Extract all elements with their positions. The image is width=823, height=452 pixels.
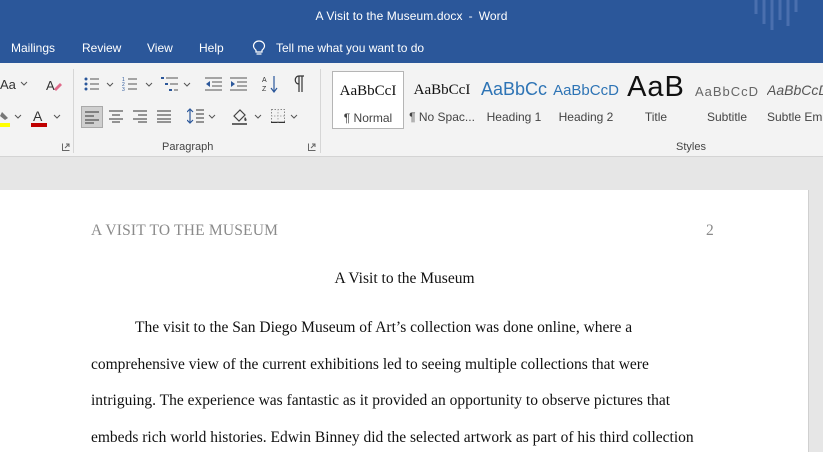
body-line[interactable]: intriguing. The experience was fantastic… — [91, 392, 670, 410]
shading-icon[interactable] — [231, 107, 249, 125]
title-separator: - — [468, 9, 473, 23]
style-name: Heading 2 — [558, 110, 614, 124]
justify-icon[interactable] — [157, 110, 172, 123]
chevron-down-icon — [145, 82, 153, 87]
tab-help[interactable]: Help — [199, 41, 224, 55]
style-name: ¶ Normal — [343, 111, 393, 125]
body-line[interactable]: embeds rich world histories. Edwin Binne… — [91, 429, 694, 447]
font-dialog-launcher-icon[interactable] — [62, 143, 70, 151]
svg-text:Z: Z — [262, 86, 267, 93]
svg-text:A: A — [33, 108, 43, 124]
chevron-down-icon — [14, 114, 22, 119]
tab-view[interactable]: View — [147, 41, 173, 55]
style-heading-1[interactable]: AaBbCc Heading 1 — [478, 71, 550, 129]
style-title[interactable]: AaB Title — [620, 71, 692, 129]
chevron-down-icon — [254, 114, 262, 119]
lightbulb-icon — [252, 40, 266, 55]
style-name: Title — [644, 110, 668, 124]
svg-text:A: A — [262, 77, 267, 84]
multilevel-list-icon[interactable] — [161, 76, 179, 92]
style-subtitle[interactable]: AaBbCcD Subtitle — [691, 71, 763, 129]
style-preview: AaBbCcI — [339, 83, 397, 99]
decrease-indent-icon[interactable] — [205, 77, 223, 91]
style-preview: AaB — [627, 71, 685, 103]
tell-me-search[interactable]: Tell me what you want to do — [252, 40, 424, 56]
page-number: 2 — [706, 222, 714, 239]
styles-gallery: AaBbCcI ¶ Normal AaBbCcI ¶ No Spac... Aa… — [330, 69, 823, 131]
style-preview: AaBbCcD — [553, 82, 619, 99]
align-left-icon — [85, 111, 99, 124]
style-subtle-emphasis[interactable]: AaBbCcD Subtle Em... — [763, 71, 823, 129]
paragraph-dialog-launcher-icon[interactable] — [308, 143, 316, 151]
window-title: A Visit to the Museum.docx - Word — [0, 9, 823, 23]
highlight-color-icon[interactable] — [0, 108, 12, 128]
borders-icon[interactable] — [271, 109, 285, 123]
sort-icon[interactable]: A Z — [262, 75, 278, 93]
style-preview: AaBbCc — [480, 79, 548, 99]
body-line[interactable]: The visit to the San Diego Museum of Art… — [135, 319, 632, 337]
style-preview: AaBbCcD — [767, 82, 823, 98]
increase-indent-icon[interactable] — [230, 77, 248, 91]
chevron-down-icon — [20, 81, 28, 86]
numbering-icon[interactable]: 123 — [122, 76, 138, 92]
chevron-down-icon — [53, 114, 61, 119]
ribbon-tabs: Mailings Review View Help Tell me what y… — [0, 34, 823, 63]
chevron-down-icon — [183, 82, 191, 87]
tell-me-text: Tell me what you want to do — [276, 41, 425, 55]
change-case-button[interactable]: Aa — [0, 77, 16, 92]
ribbon: Aa A A 1 2 3 A Z Paragraph AaBbCcI ¶ Nor… — [0, 63, 823, 157]
clear-formatting-icon[interactable]: A — [45, 77, 63, 95]
app-name: Word — [478, 9, 508, 23]
style-name: Subtle Em... — [767, 110, 823, 124]
tab-mailings[interactable]: Mailings — [11, 41, 55, 55]
style-preview: AaBbCcD — [694, 84, 760, 99]
word-window: A Visit to the Museum.docx - Word Mailings… — [0, 0, 823, 452]
tab-review[interactable]: Review — [82, 41, 121, 55]
body-line[interactable]: comprehensive view of the current exhibi… — [91, 356, 649, 374]
document-workspace[interactable]: A VISIT TO THE MUSEUM 2 A Visit to the M… — [0, 157, 823, 452]
align-left-button[interactable] — [81, 106, 103, 128]
group-separator — [73, 69, 74, 153]
document-page[interactable]: A VISIT TO THE MUSEUM 2 A Visit to the M… — [0, 190, 809, 452]
title-bar: A Visit to the Museum.docx - Word — [0, 0, 823, 34]
svg-text:A: A — [46, 78, 55, 93]
font-color-icon[interactable]: A — [31, 108, 49, 128]
running-head: A VISIT TO THE MUSEUM — [91, 222, 279, 239]
show-formatting-marks-icon[interactable] — [293, 75, 305, 93]
document-name: A Visit to the Museum.docx — [315, 9, 463, 23]
style-normal[interactable]: AaBbCcI ¶ Normal — [332, 71, 404, 129]
paragraph-group-label: Paragraph — [162, 141, 214, 153]
document-title[interactable]: A Visit to the Museum — [0, 270, 809, 288]
title-bar-decoration-icon — [754, 0, 798, 30]
styles-group-label: Styles — [676, 141, 706, 153]
chevron-down-icon — [106, 82, 114, 87]
bullets-icon[interactable] — [84, 77, 100, 91]
svg-text:3: 3 — [122, 87, 125, 92]
align-right-icon[interactable] — [133, 110, 148, 123]
group-separator — [320, 69, 321, 153]
style-name: Subtitle — [706, 110, 748, 124]
align-center-icon[interactable] — [109, 110, 124, 123]
style-name: Heading 1 — [486, 110, 542, 124]
chevron-down-icon — [208, 114, 216, 119]
style-name: ¶ No Spac... — [409, 110, 475, 124]
chevron-down-icon — [290, 114, 298, 119]
style-no-spacing[interactable]: AaBbCcI ¶ No Spac... — [406, 71, 478, 129]
line-spacing-icon[interactable] — [187, 108, 205, 124]
style-preview: AaBbCcI — [413, 82, 471, 98]
style-heading-2[interactable]: AaBbCcD Heading 2 — [550, 71, 622, 129]
